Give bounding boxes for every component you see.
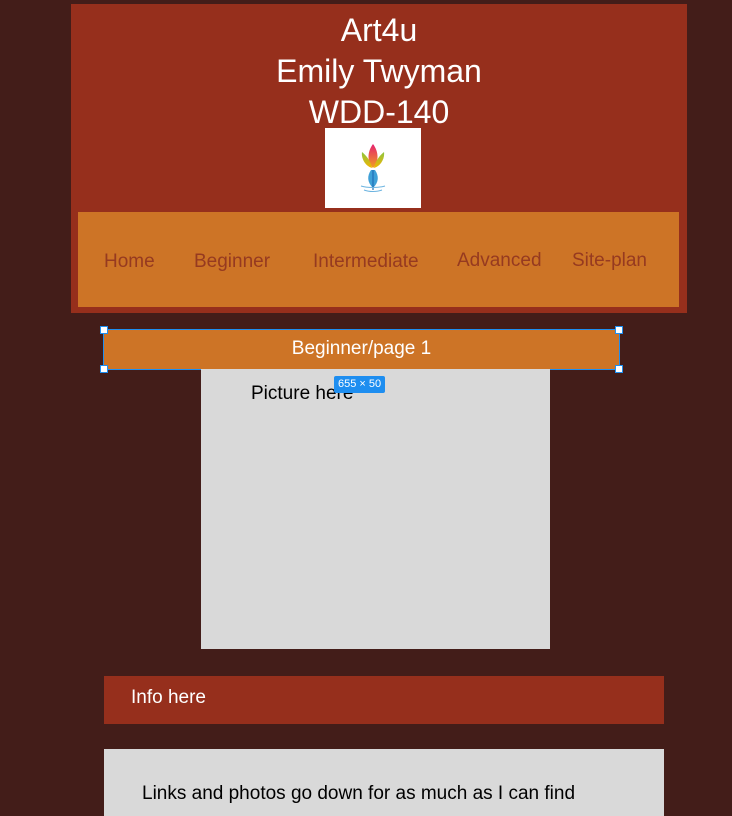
- resize-handle-top-left[interactable]: [100, 326, 108, 334]
- design-canvas: Art4u Emily Twyman WDD-140 Home Beginner…: [0, 0, 732, 816]
- nav-item-beginner[interactable]: Beginner: [194, 250, 270, 274]
- resize-handle-bottom-right[interactable]: [615, 365, 623, 373]
- navigation-bar: Home Beginner Intermediate Advanced Site…: [78, 212, 679, 307]
- dimensions-badge: 655 × 50: [334, 376, 386, 393]
- nav-item-advanced[interactable]: Advanced: [457, 249, 542, 273]
- course-code: WDD-140: [308, 94, 450, 130]
- resize-handle-top-right[interactable]: [615, 326, 623, 334]
- page-banner[interactable]: Beginner/page 1: [104, 329, 619, 369]
- resize-handle-bottom-left[interactable]: [100, 365, 108, 373]
- links-text: Links and photos go down for as much as …: [142, 783, 576, 804]
- nav-item-intermediate[interactable]: Intermediate: [313, 250, 419, 274]
- site-title: Art4u: [340, 12, 418, 48]
- picture-placeholder[interactable]: Picture here: [201, 369, 550, 649]
- header-panel: Art4u Emily Twyman WDD-140 Home Beginner…: [71, 4, 687, 313]
- logo-image: [325, 128, 421, 208]
- nav-item-home[interactable]: Home: [104, 250, 155, 274]
- nav-item-site-plan[interactable]: Site-plan: [572, 249, 647, 273]
- info-bar[interactable]: Info here: [104, 676, 664, 724]
- author-name: Emily Twyman: [276, 53, 482, 89]
- links-section[interactable]: Links and photos go down for as much as …: [104, 749, 664, 816]
- info-label: Info here: [131, 687, 206, 708]
- lotus-flower-logo-icon: [360, 144, 386, 192]
